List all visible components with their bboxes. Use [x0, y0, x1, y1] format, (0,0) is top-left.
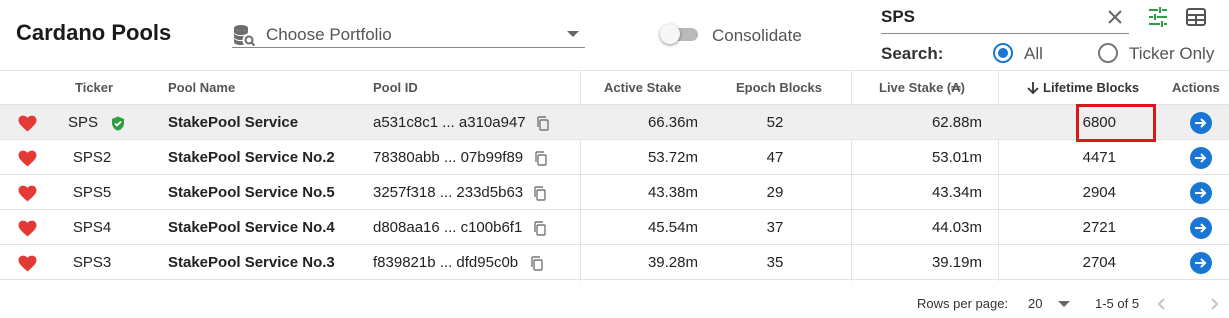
rows-per-page-select[interactable]: 20	[1028, 296, 1042, 311]
app-title: Cardano Pools	[16, 20, 172, 45]
consolidate-toggle[interactable]	[660, 24, 700, 44]
table-row[interactable]: SPS StakePool Service a531c8c1 ... a310a…	[0, 105, 1229, 140]
cell-pool-id: d808aa16 ... c100b6f1	[373, 219, 523, 236]
chevron-down-icon[interactable]	[567, 31, 579, 37]
cell-active-stake: 66.36m	[647, 114, 698, 131]
header-actions: Actions	[1172, 80, 1220, 95]
arrow-right-icon[interactable]	[1190, 252, 1212, 274]
cell-active-stake: 43.38m	[647, 184, 698, 201]
header-live-stake[interactable]: Live Stake (₳)	[879, 80, 965, 95]
cell-epoch-blocks: 29	[766, 184, 784, 201]
cell-epoch-blocks: 35	[766, 254, 784, 271]
cell-epoch-blocks: 47	[766, 149, 784, 166]
chevron-down-icon[interactable]	[1058, 301, 1070, 307]
copy-icon[interactable]	[536, 116, 549, 131]
table-row[interactable]: SPS2 StakePool Service No.2 78380abb ...…	[0, 140, 1229, 175]
table-row[interactable]: SPS4 StakePool Service No.4 d808aa16 ...…	[0, 210, 1229, 245]
arrow-right-icon[interactable]	[1190, 217, 1212, 239]
cell-pool-name: StakePool Service No.3	[168, 254, 335, 271]
copy-icon[interactable]	[533, 186, 546, 201]
cell-epoch-blocks: 37	[766, 219, 784, 236]
arrow-right-icon[interactable]	[1190, 112, 1212, 134]
cell-pool-name: StakePool Service No.2	[168, 149, 335, 166]
cell-pool-name: StakePool Service No.5	[168, 184, 335, 201]
table-row[interactable]: SPS3 StakePool Service No.3 f839821b ...…	[0, 245, 1229, 280]
cell-ticker: SPS2	[72, 149, 112, 166]
toggle-thumb	[660, 24, 680, 44]
arrow-down-icon[interactable]	[1027, 81, 1039, 95]
cell-lifetime-blocks: 2704	[1082, 254, 1116, 271]
cell-ticker: SPS5	[72, 184, 112, 201]
cell-pool-id: f839821b ... dfd95c0b	[373, 254, 519, 271]
cell-epoch-blocks: 52	[766, 114, 784, 131]
search-input[interactable]	[881, 6, 1091, 28]
heart-icon[interactable]	[18, 185, 37, 202]
copy-icon[interactable]	[533, 221, 546, 236]
header-lifetime-blocks[interactable]: Lifetime Blocks	[1043, 80, 1139, 95]
database-search-icon	[234, 25, 256, 47]
rows-per-page-label: Rows per page:	[917, 296, 1009, 311]
heart-icon[interactable]	[18, 255, 37, 272]
cell-pool-id: 78380abb ... 07b99f89	[373, 149, 524, 166]
heart-icon[interactable]	[18, 220, 37, 237]
consolidate-label: Consolidate	[712, 26, 802, 45]
cell-active-stake: 53.72m	[647, 149, 698, 166]
copy-icon[interactable]	[534, 151, 547, 166]
search-mode-label: Search:	[881, 44, 944, 63]
cell-pool-id: 3257f318 ... 233d5b63	[373, 184, 524, 201]
heart-icon[interactable]	[18, 150, 37, 167]
copy-icon[interactable]	[530, 256, 543, 271]
cell-pool-name: StakePool Service No.4	[168, 219, 335, 236]
radio-all[interactable]	[993, 43, 1013, 63]
chevron-right-icon[interactable]	[1206, 296, 1222, 312]
tune-icon[interactable]	[1147, 6, 1169, 28]
arrow-right-icon[interactable]	[1190, 182, 1212, 204]
cell-live-stake: 44.03m	[931, 219, 982, 236]
verified-icon	[112, 116, 124, 131]
portfolio-label: Choose Portfolio	[266, 25, 392, 44]
cell-lifetime-blocks: 4471	[1082, 149, 1116, 166]
radio-all-label: All	[1024, 44, 1043, 63]
cell-ticker: SPS3	[72, 254, 112, 271]
table-grid-icon[interactable]	[1185, 6, 1207, 28]
header-pool-name[interactable]: Pool Name	[168, 80, 235, 95]
header-ticker[interactable]: Ticker	[75, 80, 113, 95]
cell-live-stake: 39.19m	[931, 254, 982, 271]
cell-pool-name: StakePool Service	[168, 114, 299, 131]
highlight-annotation	[1076, 104, 1156, 142]
cell-active-stake: 39.28m	[647, 254, 698, 271]
pagination-range: 1-5 of 5	[1095, 296, 1140, 311]
close-icon[interactable]	[1105, 7, 1125, 27]
header-epoch-blocks[interactable]: Epoch Blocks	[736, 80, 822, 95]
cell-lifetime-blocks: 2904	[1082, 184, 1116, 201]
cell-ticker: SPS	[67, 114, 98, 131]
radio-ticker-only[interactable]	[1098, 43, 1118, 63]
cell-ticker: SPS4	[72, 219, 112, 236]
radio-ticker-only-label: Ticker Only	[1129, 44, 1215, 63]
cell-pool-id: a531c8c1 ... a310a947	[373, 114, 526, 131]
chevron-left-icon[interactable]	[1154, 296, 1170, 312]
portfolio-select[interactable]: Choose Portfolio	[232, 22, 585, 48]
cell-lifetime-blocks: 2721	[1082, 219, 1116, 236]
arrow-right-icon[interactable]	[1190, 147, 1212, 169]
header-active-stake[interactable]: Active Stake	[604, 80, 681, 95]
cell-live-stake: 43.34m	[931, 184, 982, 201]
header-pool-id[interactable]: Pool ID	[373, 80, 418, 95]
cell-live-stake: 62.88m	[931, 114, 982, 131]
search-field[interactable]	[881, 4, 1129, 34]
cell-live-stake: 53.01m	[931, 149, 982, 166]
cell-active-stake: 45.54m	[647, 219, 698, 236]
heart-icon[interactable]	[18, 115, 37, 132]
table-row[interactable]: SPS5 StakePool Service No.5 3257f318 ...…	[0, 175, 1229, 210]
